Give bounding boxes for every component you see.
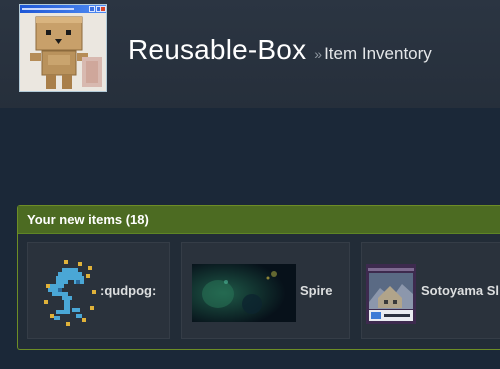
- new-item-label: Spire: [300, 283, 333, 298]
- profile-header: Reusable-Box » Item Inventory: [0, 0, 500, 108]
- pixel-creature-emoticon-icon: [44, 260, 96, 326]
- profile-name-link[interactable]: Reusable-Box: [128, 34, 306, 65]
- window-caption: [22, 8, 74, 10]
- close-icon: [100, 6, 106, 12]
- breadcrumb-separator: »: [314, 46, 323, 62]
- new-item-card[interactable]: :qudpog:: [27, 242, 170, 339]
- profile-title-row: Reusable-Box » Item Inventory: [128, 34, 432, 66]
- trading-card-mountain-house-thumbnail: [366, 264, 416, 324]
- page-title: Item Inventory: [324, 44, 432, 63]
- new-item-label: Sotoyama Sl: [421, 283, 500, 298]
- new-items-panel: Your new items (18):qudpog: Spire Sotoy…: [17, 205, 500, 350]
- minimize-icon: [89, 6, 95, 12]
- new-items-header: Your new items (18): [18, 206, 500, 234]
- new-item-card[interactable]: Spire: [181, 242, 350, 339]
- new-items-title: Your new items (18): [27, 212, 149, 227]
- dark-map-background-thumbnail: [192, 264, 296, 322]
- new-item-card[interactable]: Sotoyama Sl: [361, 242, 500, 339]
- avatar[interactable]: [19, 4, 107, 92]
- window-titlebar: [20, 5, 106, 13]
- cardboard-box-robot-icon: [20, 13, 106, 91]
- new-item-label: :qudpog:: [100, 283, 157, 298]
